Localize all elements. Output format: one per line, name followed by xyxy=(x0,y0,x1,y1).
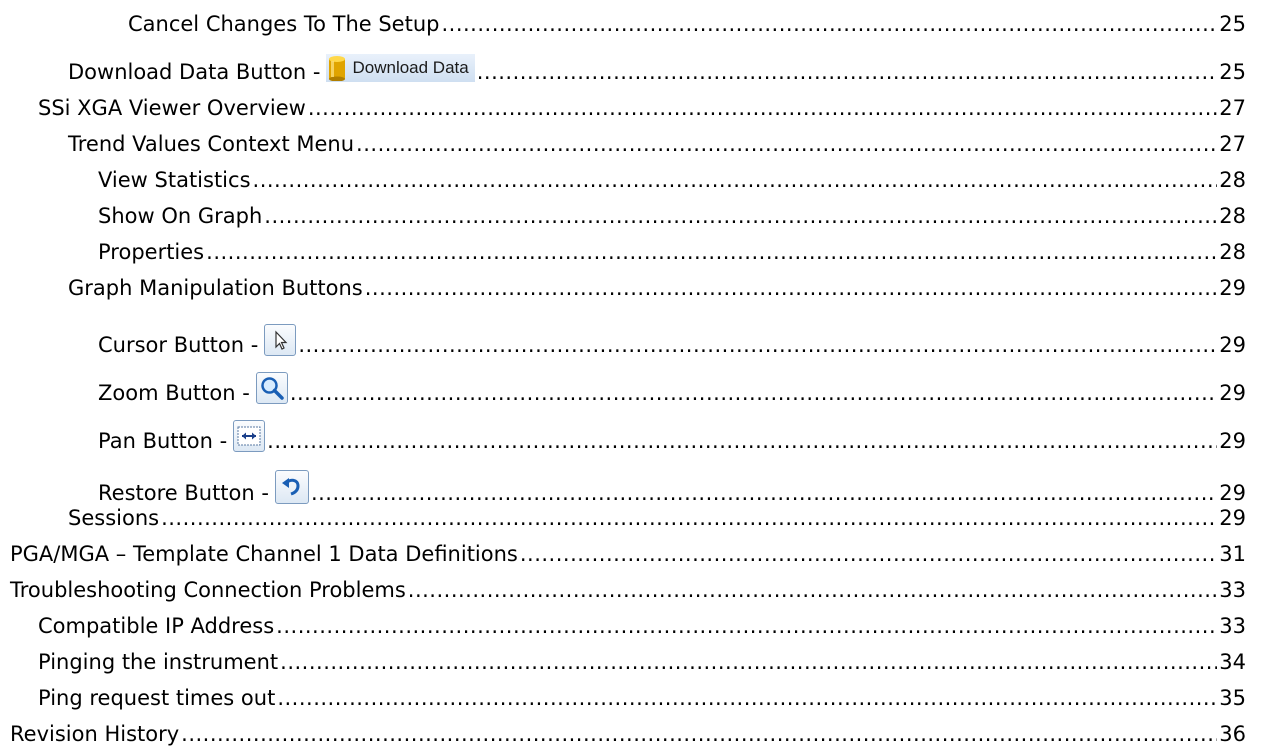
toc-entry-download-data-button[interactable]: Download Data Button - Download Data 25 xyxy=(0,54,1246,84)
toc-page-number: 28 xyxy=(1219,204,1246,228)
toc-entry-pinging-the-instrument[interactable]: Pinging the instrument 34 xyxy=(0,650,1246,674)
toc-entry-title: Cursor Button - xyxy=(98,333,259,357)
toc-entry-compatible-ip-address[interactable]: Compatible IP Address 33 xyxy=(0,614,1246,638)
toc-entry-xga-viewer-overview[interactable]: SSi XGA Viewer Overview 27 xyxy=(0,96,1246,120)
toc-page-number: 29 xyxy=(1219,429,1246,453)
toc-entry-show-on-graph[interactable]: Show On Graph 28 xyxy=(0,204,1246,228)
toc-entry-cursor-button[interactable]: Cursor Button - 29 xyxy=(0,324,1246,357)
toc-entry-title: Trend Values Context Menu xyxy=(68,132,355,156)
toc-leader-dots xyxy=(206,240,1217,264)
toc-entry-title: Pan Button - xyxy=(98,429,228,453)
toc-page-number: 35 xyxy=(1219,686,1246,710)
toc-entry-title: Cancel Changes To The Setup xyxy=(128,12,440,36)
toc-leader-dots xyxy=(277,686,1217,710)
toc-entry-title: Compatible IP Address xyxy=(38,614,275,638)
database-icon xyxy=(328,55,346,82)
toc-entry-zoom-button[interactable]: Zoom Button - 29 xyxy=(0,372,1246,405)
toc-leader-dots xyxy=(298,333,1217,357)
toc-entry-title: Download Data Button - xyxy=(68,60,321,84)
toc-leader-dots xyxy=(253,168,1218,192)
toc-leader-dots xyxy=(290,381,1217,405)
toc-page-number: 29 xyxy=(1219,276,1246,300)
toc-entry-troubleshooting-connection-problems[interactable]: Troubleshooting Connection Problems 33 xyxy=(0,578,1246,602)
pan-arrows-icon xyxy=(233,420,266,452)
toc-leader-dots xyxy=(408,578,1217,602)
toc-entry-title: Revision History xyxy=(10,722,180,746)
toc-page-number: 29 xyxy=(1219,506,1246,530)
toc-page-number: 31 xyxy=(1219,542,1246,566)
toc-page-number: 27 xyxy=(1219,96,1246,120)
toc-page-number: 34 xyxy=(1219,650,1246,674)
toc-page-number: 33 xyxy=(1219,578,1246,602)
toc-leader-dots xyxy=(181,722,1217,746)
table-of-contents: Cancel Changes To The Setup 25 Download … xyxy=(0,0,1264,749)
toc-entry-title: Restore Button - xyxy=(98,481,269,505)
toc-leader-dots xyxy=(365,276,1218,300)
toc-leader-dots xyxy=(280,650,1217,674)
toc-entry-graph-manipulation-buttons[interactable]: Graph Manipulation Buttons 29 xyxy=(0,276,1246,300)
toc-page-number: 28 xyxy=(1219,240,1246,264)
toc-entry-title-wrap: Zoom Button - xyxy=(98,372,288,405)
magnifier-icon xyxy=(255,372,288,404)
toc-leader-dots xyxy=(161,506,1217,530)
download-data-button-label: Download Data xyxy=(352,58,469,77)
toc-entry-restore-button[interactable]: Restore Button - 29 xyxy=(0,470,1246,505)
toc-page-number: 29 xyxy=(1219,333,1246,357)
toc-entry-title-wrap: Download Data Button - Download Data xyxy=(68,54,475,84)
toc-entry-trend-values-context-menu[interactable]: Trend Values Context Menu 27 xyxy=(0,132,1246,156)
toc-entry-title: Zoom Button - xyxy=(98,381,250,405)
toc-leader-dots xyxy=(477,60,1218,84)
toc-entry-properties[interactable]: Properties 28 xyxy=(0,240,1246,264)
toc-entry-revision-history[interactable]: Revision History 36 xyxy=(0,722,1246,746)
toc-entry-template-channel-data-definitions[interactable]: PGA/MGA – Template Channel 1 Data Defini… xyxy=(0,542,1246,566)
toc-page-number: 29 xyxy=(1219,381,1246,405)
toc-entry-cancel-changes[interactable]: Cancel Changes To The Setup 25 xyxy=(0,12,1246,36)
toc-entry-title-wrap: Pan Button - xyxy=(98,420,266,453)
toc-leader-dots xyxy=(311,481,1217,505)
toc-entry-ping-request-times-out[interactable]: Ping request times out 35 xyxy=(0,686,1246,710)
toc-entry-title: Pinging the instrument xyxy=(38,650,279,674)
toc-entry-title: Troubleshooting Connection Problems xyxy=(10,578,406,602)
undo-arrow-icon xyxy=(274,470,309,504)
toc-page-number: 25 xyxy=(1219,12,1246,36)
toc-entry-title: Properties xyxy=(98,240,205,264)
toc-entry-pan-button[interactable]: Pan Button - 29 xyxy=(0,420,1246,453)
toc-leader-dots xyxy=(276,614,1217,638)
download-data-button: Download Data xyxy=(326,54,475,82)
toc-entry-title-wrap: Restore Button - xyxy=(98,470,309,505)
toc-leader-dots xyxy=(267,429,1217,453)
toc-leader-dots xyxy=(308,96,1217,120)
toc-page-number: 29 xyxy=(1219,481,1246,505)
toc-leader-dots xyxy=(520,542,1217,566)
toc-entry-title: Ping request times out xyxy=(38,686,276,710)
toc-page-number: 25 xyxy=(1219,60,1246,84)
toc-entry-title: Graph Manipulation Buttons xyxy=(68,276,363,300)
toc-entry-title: Show On Graph xyxy=(98,204,263,228)
toc-entry-view-statistics[interactable]: View Statistics 28 xyxy=(0,168,1246,192)
toc-page-number: 36 xyxy=(1219,722,1246,746)
cursor-arrow-icon xyxy=(264,324,297,356)
toc-entry-title: Sessions xyxy=(68,506,160,530)
toc-page-number: 27 xyxy=(1219,132,1246,156)
toc-entry-sessions[interactable]: Sessions 29 xyxy=(0,506,1246,530)
toc-page-number: 28 xyxy=(1219,168,1246,192)
toc-entry-title: SSi XGA Viewer Overview xyxy=(38,96,306,120)
toc-leader-dots xyxy=(356,132,1217,156)
toc-entry-title: View Statistics xyxy=(98,168,251,192)
toc-leader-dots xyxy=(264,204,1217,228)
toc-leader-dots xyxy=(441,12,1217,36)
toc-entry-title: PGA/MGA – Template Channel 1 Data Defini… xyxy=(10,542,518,566)
toc-page-number: 33 xyxy=(1219,614,1246,638)
toc-entry-title-wrap: Cursor Button - xyxy=(98,324,297,357)
